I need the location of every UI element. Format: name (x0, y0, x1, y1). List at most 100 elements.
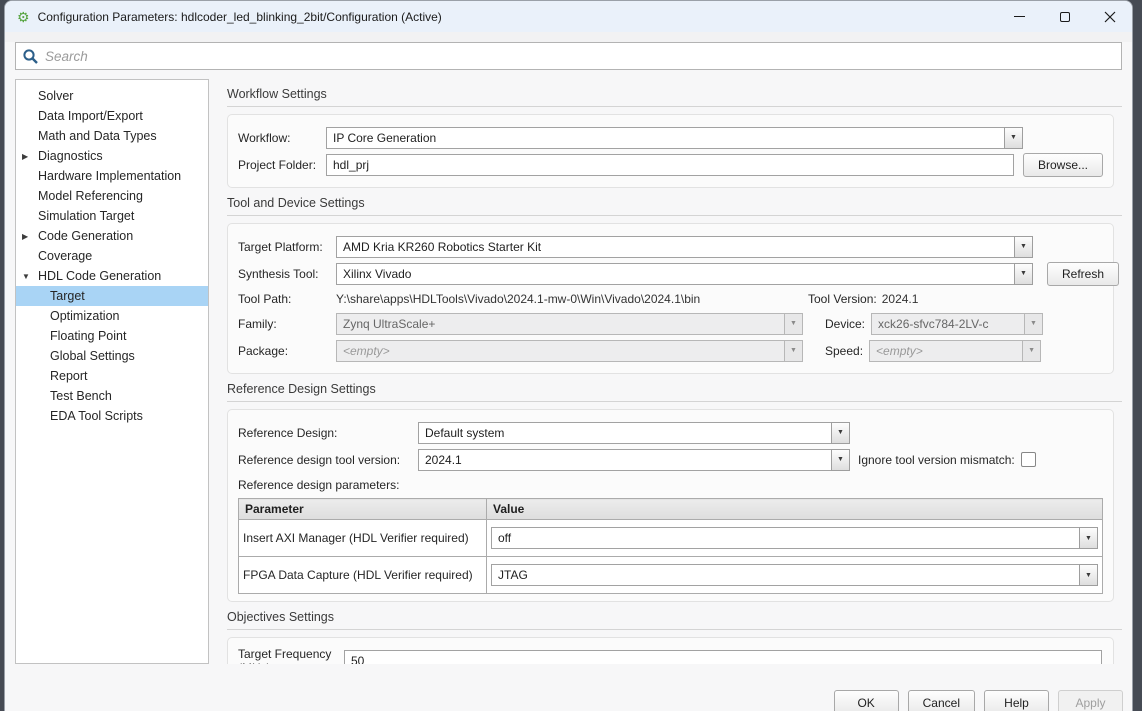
target-frequency-label: Target Frequency (MHz): (238, 647, 344, 665)
sidebar-item-test-bench[interactable]: Test Bench (16, 386, 208, 406)
parameter-cell: Insert AXI Manager (HDL Verifier require… (239, 520, 487, 557)
dropdown-arrow-icon: ▼ (784, 340, 803, 362)
reference-design-group: Reference Design: Default system ▼ Refer… (227, 409, 1114, 602)
apply-button: Apply (1058, 690, 1123, 711)
close-button[interactable] (1087, 1, 1132, 32)
chevron-right-icon[interactable]: ▶ (22, 232, 38, 241)
section-heading-tool-device: Tool and Device Settings (227, 196, 1122, 216)
refresh-button[interactable]: Refresh (1047, 262, 1119, 286)
cancel-button[interactable]: Cancel (908, 690, 975, 711)
dropdown-arrow-icon[interactable]: ▼ (831, 422, 850, 444)
device-label: Device: (825, 317, 865, 331)
sidebar-item-solver[interactable]: Solver (16, 86, 208, 106)
family-dropdown: Zynq UltraScale+ ▼ (336, 313, 803, 335)
sidebar-item-hdl-code-generation[interactable]: ▼HDL Code Generation (16, 266, 208, 286)
ignore-mismatch-checkbox[interactable] (1021, 452, 1036, 467)
content-area: Solver Data Import/Export Math and Data … (5, 79, 1132, 664)
fpga-data-capture-dropdown[interactable]: JTAG ▼ (491, 564, 1098, 586)
sidebar-item-floating-point[interactable]: Floating Point (16, 326, 208, 346)
reference-tool-version-row: Reference design tool version: 2024.1 ▼ … (238, 448, 1103, 471)
tool-path-label: Tool Path: (238, 292, 336, 306)
sidebar-item-eda-tool-scripts[interactable]: EDA Tool Scripts (16, 406, 208, 426)
project-folder-input[interactable] (326, 154, 1014, 176)
reference-design-value: Default system (418, 422, 832, 444)
section-heading-workflow: Workflow Settings (227, 87, 1122, 107)
desktop-background: ⚙ Configuration Parameters: hdlcoder_led… (0, 0, 1142, 711)
workflow-value: IP Core Generation (326, 127, 1005, 149)
sidebar-item-label: Hardware Implementation (38, 169, 181, 183)
category-tree: Solver Data Import/Export Math and Data … (15, 79, 209, 664)
sidebar-item-simulation-target[interactable]: Simulation Target (16, 206, 208, 226)
chevron-down-icon[interactable]: ▼ (22, 272, 38, 281)
device-value: xck26-sfvc784-2LV-c (871, 313, 1025, 335)
sidebar-item-label: Diagnostics (38, 149, 103, 163)
sidebar-item-model-referencing[interactable]: Model Referencing (16, 186, 208, 206)
dropdown-arrow-icon[interactable]: ▼ (1079, 527, 1098, 549)
sidebar-item-label: Coverage (38, 249, 92, 263)
target-frequency-row: Target Frequency (MHz): (238, 649, 1103, 664)
dropdown-arrow-icon[interactable]: ▼ (1079, 564, 1098, 586)
sidebar-item-label: Report (50, 369, 88, 383)
sidebar-item-code-generation[interactable]: ▶Code Generation (16, 226, 208, 246)
sidebar-item-diagnostics[interactable]: ▶Diagnostics (16, 146, 208, 166)
sidebar-item-hardware-implementation[interactable]: Hardware Implementation (16, 166, 208, 186)
dialog-body: Solver Data Import/Export Math and Data … (5, 42, 1132, 711)
window-controls (997, 1, 1132, 32)
synthesis-tool-dropdown[interactable]: Xilinx Vivado ▼ (336, 263, 1033, 285)
value-column-header: Value (487, 499, 1103, 520)
insert-axi-manager-dropdown[interactable]: off ▼ (491, 527, 1098, 549)
help-button[interactable]: Help (984, 690, 1049, 711)
search-input[interactable] (45, 49, 1115, 64)
table-row: Insert AXI Manager (HDL Verifier require… (239, 520, 1103, 557)
target-platform-row: Target Platform: AMD Kria KR260 Robotics… (238, 235, 1103, 258)
objectives-group: Target Frequency (MHz): (227, 637, 1114, 664)
sidebar-item-label: Model Referencing (38, 189, 143, 203)
parameter-cell: FPGA Data Capture (HDL Verifier required… (239, 557, 487, 594)
dropdown-arrow-icon[interactable]: ▼ (1014, 263, 1033, 285)
family-device-row: Family: Zynq UltraScale+ ▼ Device: xck26… (238, 312, 1103, 335)
family-value: Zynq UltraScale+ (336, 313, 785, 335)
sidebar-item-report[interactable]: Report (16, 366, 208, 386)
section-heading-reference-design: Reference Design Settings (227, 382, 1122, 402)
maximize-button[interactable] (1042, 1, 1087, 32)
sidebar-item-label: Math and Data Types (38, 129, 157, 143)
reference-tool-version-label: Reference design tool version: (238, 453, 418, 467)
target-platform-dropdown[interactable]: AMD Kria KR260 Robotics Starter Kit ▼ (336, 236, 1033, 258)
package-label: Package: (238, 344, 336, 358)
project-folder-row: Project Folder: Browse... (238, 153, 1103, 176)
family-label: Family: (238, 317, 336, 331)
reference-tool-version-dropdown[interactable]: 2024.1 ▼ (418, 449, 850, 471)
dropdown-arrow-icon[interactable]: ▼ (831, 449, 850, 471)
package-dropdown: <empty> ▼ (336, 340, 803, 362)
dropdown-arrow-icon[interactable]: ▼ (1004, 127, 1023, 149)
sidebar-item-label: HDL Code Generation (38, 269, 161, 283)
ok-button[interactable]: OK (834, 690, 899, 711)
search-icon (22, 48, 39, 65)
workflow-dropdown[interactable]: IP Core Generation ▼ (326, 127, 1023, 149)
sidebar-item-coverage[interactable]: Coverage (16, 246, 208, 266)
workflow-label: Workflow: (238, 131, 326, 145)
reference-design-dropdown[interactable]: Default system ▼ (418, 422, 850, 444)
sidebar-item-global-settings[interactable]: Global Settings (16, 346, 208, 366)
dropdown-arrow-icon[interactable]: ▼ (1014, 236, 1033, 258)
window-title: Configuration Parameters: hdlcoder_led_b… (38, 10, 442, 24)
close-icon (1104, 11, 1116, 23)
chevron-right-icon[interactable]: ▶ (22, 152, 38, 161)
synthesis-tool-row: Synthesis Tool: Xilinx Vivado ▼ Refresh (238, 262, 1103, 285)
sidebar-item-data-import-export[interactable]: Data Import/Export (16, 106, 208, 126)
sidebar-item-label: Global Settings (50, 349, 135, 363)
dropdown-arrow-icon: ▼ (1022, 340, 1041, 362)
sidebar-item-target[interactable]: Target (16, 286, 208, 306)
tool-version-label: Tool Version: (808, 292, 877, 306)
sidebar-item-label: Simulation Target (38, 209, 134, 223)
target-frequency-input[interactable] (344, 650, 1102, 665)
fpga-data-capture-value: JTAG (491, 564, 1080, 586)
title-bar[interactable]: ⚙ Configuration Parameters: hdlcoder_led… (5, 1, 1132, 32)
tool-device-group: Target Platform: AMD Kria KR260 Robotics… (227, 223, 1114, 374)
sidebar-item-optimization[interactable]: Optimization (16, 306, 208, 326)
footer-bar: OK Cancel Help Apply (834, 690, 1123, 711)
reference-design-row: Reference Design: Default system ▼ (238, 421, 1103, 444)
browse-button[interactable]: Browse... (1023, 153, 1103, 177)
minimize-button[interactable] (997, 1, 1042, 32)
sidebar-item-math-and-data-types[interactable]: Math and Data Types (16, 126, 208, 146)
